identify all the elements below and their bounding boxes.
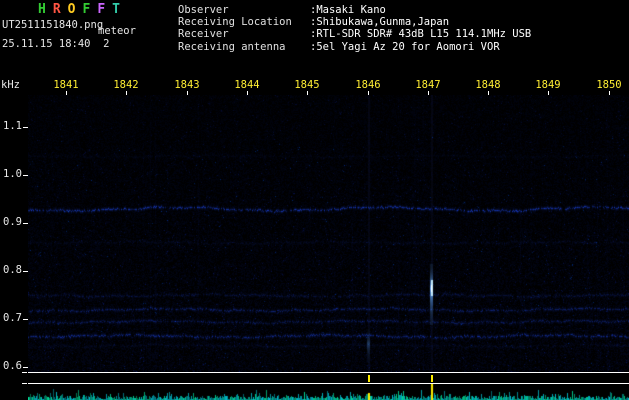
info-value: :5el Yagi Az 20 for Aomori VOR: [310, 41, 500, 53]
freq-tick-label: 1.1: [3, 120, 22, 132]
info-value: :Shibukawa,Gunma,Japan: [310, 16, 450, 28]
strip-left-tick-bottom: [22, 383, 27, 384]
info-value: :Masaki Kano: [310, 4, 386, 16]
signal-level-graph: [28, 384, 629, 400]
observation-mode-label: meteor: [98, 25, 136, 37]
info-label: Receiver: [178, 28, 229, 40]
time-tick-label: 1848: [475, 79, 501, 91]
output-filename: UT2511151840.png: [2, 19, 104, 31]
time-tick-label: 1849: [535, 79, 561, 91]
freq-tick-label: 1.0: [3, 168, 22, 180]
time-tick-label: 1847: [415, 79, 441, 91]
time-tick-label: 1845: [294, 79, 320, 91]
frequency-unit-label: kHz: [1, 79, 20, 91]
info-value: :RTL-SDR SDR# 43dB L15 114.1MHz USB: [310, 28, 532, 40]
hrofft-output-screen: HROFFT UT2511151840.png meteor 25.11.15 …: [0, 0, 629, 400]
freq-tick-label: 0.9: [3, 216, 22, 228]
logo-letter-f: F: [82, 2, 91, 17]
info-label: Observer: [178, 4, 229, 16]
logo-letter-t: T: [112, 2, 120, 17]
strip-left-tick-top: [22, 372, 27, 373]
echo-marker: [368, 375, 370, 382]
logo-letter-f: F: [97, 2, 106, 17]
echo-marker-strip: [28, 372, 629, 384]
station-info-table: Observer :Masaki Kano Receiving Location :S…: [178, 4, 628, 60]
time-tick-label: 1842: [113, 79, 139, 91]
info-label: Receiving antenna: [178, 41, 286, 53]
logo-letter-r: R: [52, 2, 61, 17]
time-tick-label: 1843: [174, 79, 200, 91]
freq-tick-label: 0.6: [3, 360, 22, 372]
logo-letter-h: H: [38, 2, 46, 17]
date-time-echo-count: 25.11.15 18:40 2: [2, 38, 110, 50]
time-tick-label: 1846: [355, 79, 381, 91]
station-info-row: Receiving Location :Shibukawa,Gunma,Japan: [178, 16, 449, 28]
station-info-row: Receiver :RTL-SDR SDR# 43dB L15 114.1MHz …: [178, 28, 531, 40]
station-info-row: Observer :Masaki Kano: [178, 4, 386, 16]
hrofft-logo: HROFFT: [38, 3, 127, 17]
spectrogram: [28, 95, 629, 372]
logo-letter-o: O: [67, 2, 76, 17]
echo-marker: [431, 375, 433, 382]
freq-tick-label: 0.7: [3, 312, 22, 324]
info-label: Receiving Location: [178, 16, 292, 28]
time-tick-label: 1841: [53, 79, 79, 91]
freq-tick-label: 0.8: [3, 264, 22, 276]
station-info-row: Receiving antenna :5el Yagi Az 20 for Aom…: [178, 41, 500, 53]
time-tick-label: 1844: [234, 79, 260, 91]
time-tick-label: 1850: [596, 79, 622, 91]
